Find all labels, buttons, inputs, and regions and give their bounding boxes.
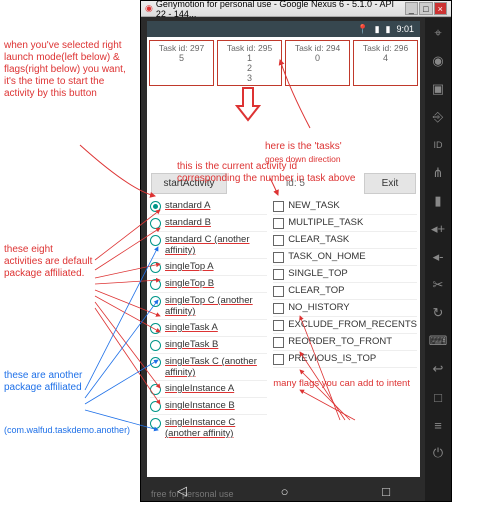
task-box-294: Task id: 294 0 [285,40,350,86]
flag-previous-is-top[interactable]: PREVIOUS_IS_TOP [273,351,417,368]
checkbox-icon [273,303,284,314]
window-close-button[interactable]: × [434,2,447,15]
launch-mode-singletask-c[interactable]: singleTask C (another affinity) [150,354,267,381]
back-icon[interactable]: ↩ [433,360,444,378]
anno-current-id: this is the current activity id correspo… [177,161,417,185]
power-icon[interactable]: ⏻ [433,444,443,462]
checkbox-icon [273,269,284,280]
nav-recent-icon[interactable]: □ [382,484,390,499]
radio-icon [150,235,161,246]
task-box-297: Task id: 297 5 [149,40,214,86]
radio-icon [150,296,161,307]
checkbox-icon [273,337,284,348]
launch-mode-singletask-b[interactable]: singleTask B [150,337,267,354]
genymotion-sidebar: ⌖ ◉ ▣ ⎆ ID ⋔ ▮ ◂+ ◂- ✂ ↻ ⌨ ↩ □ ≡ ⏻ [425,18,451,501]
genymotion-icon: ◉ [145,3,153,14]
radio-icon [150,262,161,273]
flag-exclude-recents[interactable]: EXCLUDE_FROM_RECENTS [273,317,417,334]
signal-icon: ▮ [375,24,380,35]
flag-task-on-home[interactable]: TASK_ON_HOME [273,249,417,266]
window-max-button[interactable]: □ [419,2,432,15]
checkbox-icon [273,286,284,297]
intent-flags-list: NEW_TASK MULTIPLE_TASK CLEAR_TASK TASK_O… [270,198,420,490]
radio-icon [150,201,161,212]
emulator-window: ◉ Genymotion for personal use - Google N… [140,0,452,502]
launch-mode-standard-c[interactable]: standard C (another affinity) [150,232,267,259]
radio-icon [150,418,161,429]
radio-icon [150,323,161,334]
task-box-295: Task id: 295 1 2 3 [217,40,282,86]
checkbox-icon [273,201,284,212]
radio-icon [150,218,161,229]
task-box-296: Task id: 296 4 [353,40,418,86]
status-time: 9:01 [396,24,414,34]
header-area: here is the 'tasks' goes down direction … [147,89,420,171]
flag-reorder-to-front[interactable]: REORDER_TO_FRONT [273,334,417,351]
launch-mode-singleinstance-a[interactable]: singleInstance A [150,381,267,398]
launch-mode-singletop-b[interactable]: singleTop B [150,276,267,293]
down-arrow-icon [235,86,261,122]
vol-up-icon[interactable]: ◂+ [431,220,445,238]
flag-no-history[interactable]: NO_HISTORY [273,300,417,317]
window-min-button[interactable]: _ [405,2,418,15]
launch-mode-singletask-a[interactable]: singleTask A [150,320,267,337]
launch-mode-singleinstance-b[interactable]: singleInstance B [150,398,267,415]
flag-new-task[interactable]: NEW_TASK [273,198,417,215]
rotate-icon[interactable]: ↻ [433,304,444,322]
flag-clear-top[interactable]: CLEAR_TOP [273,283,417,300]
flag-multiple-task[interactable]: MULTIPLE_TASK [273,215,417,232]
anno-pkg-name: (com.walfud.taskdemo.another) [4,424,134,436]
device-screen: 📍 ▮ ▮ 9:01 Task id: 297 5 Task id: 295 1… [147,21,420,477]
id-icon[interactable]: ID [434,136,443,154]
android-statusbar: 📍 ▮ ▮ 9:01 [147,21,420,37]
anno-flags: many flags you can add to intent [273,378,417,390]
launch-mode-singletop-a[interactable]: singleTop A [150,259,267,276]
checkbox-icon [273,320,284,331]
vol-down-icon[interactable]: ◂- [433,248,444,266]
window-title: Genymotion for personal use - Google Nex… [156,0,404,19]
gps-icon[interactable]: ⌖ [434,24,441,42]
nav-home-icon[interactable]: ○ [281,484,289,499]
flag-clear-task[interactable]: CLEAR_TASK [273,232,417,249]
anno-another-pkg: these are another package affiliated [4,370,84,394]
location-icon: 📍 [357,24,368,35]
radio-icon [150,357,161,368]
launch-modes-list: standard A standard B standard C (anothe… [147,198,270,490]
checkbox-icon [273,252,284,263]
launch-mode-standard-a[interactable]: standard A [150,198,267,215]
battery-icon[interactable]: ▮ [434,192,441,210]
radio-icon [150,340,161,351]
android-navbar: ◁ ○ □ [147,481,420,501]
remote-icon[interactable]: ⎆ [433,108,443,126]
keys-icon[interactable]: ⌨ [429,332,448,350]
battery-icon: ▮ [386,24,391,35]
flag-single-top[interactable]: SINGLE_TOP [273,266,417,283]
home-icon[interactable]: □ [434,388,442,406]
window-titlebar: ◉ Genymotion for personal use - Google N… [141,1,451,17]
anno-start-hint: when you've selected right launch mode(l… [4,40,130,100]
capture-icon[interactable]: ▣ [432,80,444,98]
checkbox-icon [273,218,284,229]
radio-icon [150,401,161,412]
checkbox-icon [273,354,284,365]
nav-back-icon[interactable]: ◁ [177,483,187,499]
tasks-row: Task id: 297 5 Task id: 295 1 2 3 Task i… [147,37,420,89]
scissors-icon[interactable]: ✂ [433,276,444,294]
rss-icon[interactable]: ⋔ [433,164,444,182]
camera-icon[interactable]: ◉ [432,52,443,70]
anno-default-pkg: these eight activities are default packa… [4,244,94,280]
launch-mode-standard-b[interactable]: standard B [150,215,267,232]
radio-icon [150,279,161,290]
checkbox-icon [273,235,284,246]
radio-icon [150,384,161,395]
launch-mode-singletop-c[interactable]: singleTop C (another affinity) [150,293,267,320]
menu-icon[interactable]: ≡ [434,416,442,434]
launch-mode-singleinstance-c[interactable]: singleInstance C (another affinity) [150,415,267,441]
